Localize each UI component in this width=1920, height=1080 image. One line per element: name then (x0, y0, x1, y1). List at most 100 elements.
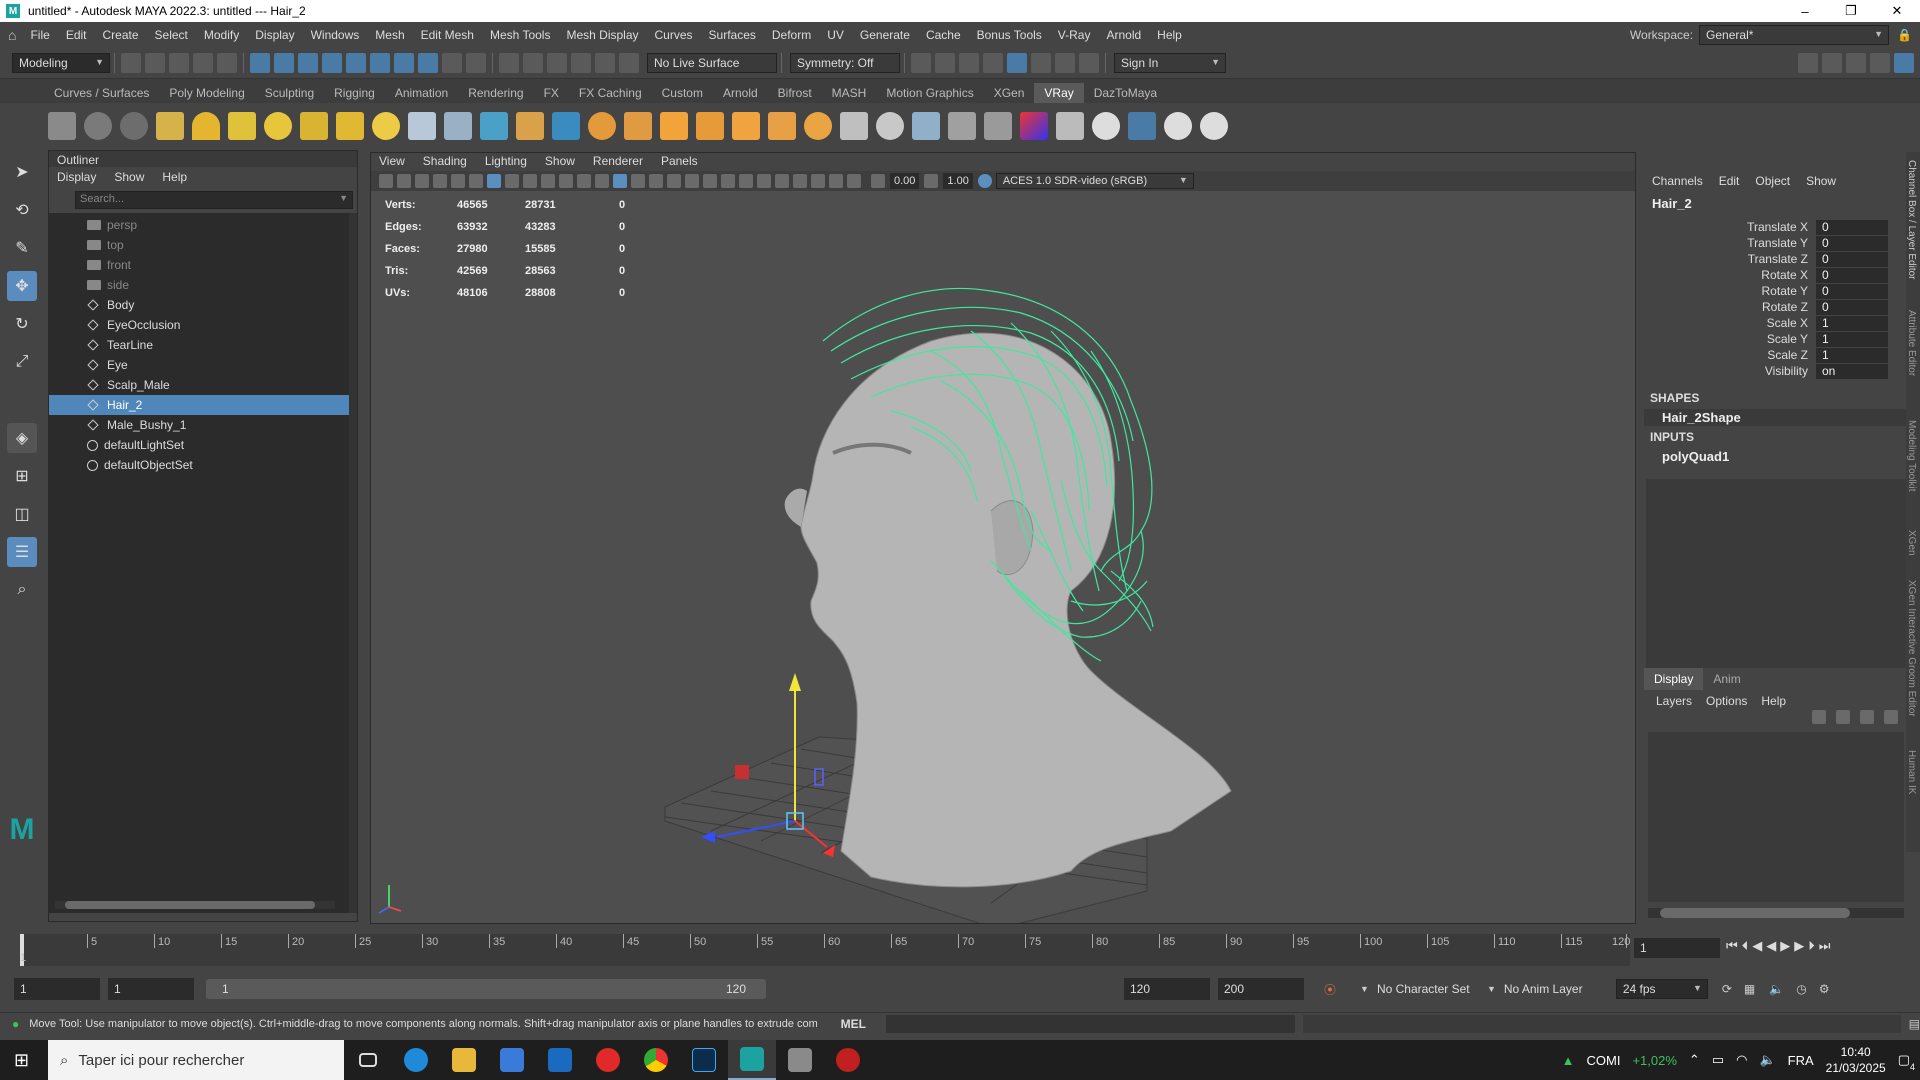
film-gate-icon[interactable] (505, 174, 519, 188)
vray-scene-icon[interactable] (480, 112, 508, 140)
channel-row[interactable]: Scale X 1 (1644, 315, 1908, 331)
snap-together-icon[interactable] (499, 52, 519, 73)
menu-mesh-display[interactable]: Mesh Display (558, 28, 646, 42)
range-bar[interactable]: 1 120 (206, 979, 766, 999)
vray-cloud-icon[interactable] (984, 112, 1012, 140)
vray-chaos-icon[interactable] (1092, 112, 1120, 140)
color-management-icon[interactable] (977, 174, 992, 188)
file-explorer-icon[interactable] (440, 1040, 488, 1080)
channel-row[interactable]: Scale Y 1 (1644, 331, 1908, 347)
two-view-icon[interactable]: ◫ (7, 499, 37, 529)
menu-uv[interactable]: UV (819, 28, 852, 42)
outliner-item[interactable]: TearLine (49, 335, 357, 355)
shelf-tab-rigging[interactable]: Rigging (324, 83, 385, 103)
modeling-toolkit-icon[interactable] (1798, 52, 1818, 73)
vray-subdivision-icon[interactable] (660, 112, 688, 140)
channel-value[interactable]: 1 (1816, 331, 1888, 347)
wireframe-on-shaded-icon[interactable] (649, 174, 663, 188)
menu-arnold[interactable]: Arnold (1098, 28, 1149, 42)
viewport-menu-view[interactable]: View (379, 154, 405, 170)
close-button[interactable]: ✕ (1874, 0, 1920, 22)
channel-value[interactable]: 0 (1816, 267, 1888, 283)
viewport-menu-lighting[interactable]: Lighting (485, 154, 527, 170)
viewport-menu-shading[interactable]: Shading (423, 154, 467, 170)
script-editor-icon[interactable]: ▤ (1909, 1017, 1920, 1031)
gamma-icon[interactable] (924, 174, 939, 188)
lock-icon[interactable]: 🔒 (1897, 28, 1912, 42)
ambient-occlusion-icon[interactable] (721, 174, 735, 188)
menu-modify[interactable]: Modify (196, 28, 247, 42)
shelf-tab-vray[interactable]: VRay (1034, 83, 1084, 103)
workspace-dropdown[interactable]: General* ▼ (1699, 24, 1890, 45)
chevron-down-icon[interactable]: ▼ (1487, 984, 1496, 994)
mel-toggle[interactable]: MEL (841, 1017, 866, 1031)
channel-value[interactable]: 0 (1816, 283, 1888, 299)
shelf-tab-sculpting[interactable]: Sculpting (255, 83, 324, 103)
lasso-tool-icon[interactable]: ⟲ (7, 195, 37, 225)
outliner-toggle-icon[interactable] (1870, 52, 1890, 73)
resolution-gate-icon[interactable] (523, 174, 537, 188)
outliner-layout-icon[interactable]: ☰ (7, 537, 37, 567)
live-surface-field[interactable]: No Live Surface (647, 52, 777, 73)
motion-blur-icon[interactable] (739, 174, 753, 188)
snap-projected-icon[interactable] (523, 52, 543, 73)
character-set-label[interactable]: No Character Set (1377, 982, 1477, 996)
channel-row[interactable]: Rotate X 0 (1644, 267, 1908, 283)
language-indicator[interactable]: FRA (1788, 1053, 1814, 1068)
play-backward-icon[interactable]: ◀ (1766, 938, 1776, 954)
vray-render-icon[interactable] (120, 112, 148, 140)
2d-pan-zoom-icon[interactable] (451, 174, 465, 188)
render-settings-icon[interactable] (983, 52, 1003, 73)
windows-start-icon[interactable]: ⊞ (14, 1050, 29, 1071)
channel-row[interactable]: Visibility on (1644, 363, 1908, 379)
snap-view-icon[interactable] (394, 52, 414, 73)
search-icon[interactable]: ⌕ (7, 575, 37, 605)
snap-edge-icon[interactable] (547, 52, 567, 73)
store-icon[interactable] (488, 1040, 536, 1080)
new-scene-icon[interactable] (121, 52, 141, 73)
outliner-item[interactable]: persp (49, 215, 357, 235)
layer-tab-anim[interactable]: Anim (1703, 668, 1750, 690)
taskbar-search[interactable]: ⌕ Taper ici pour rechercher (48, 1040, 344, 1080)
channel-value[interactable]: 1 (1816, 347, 1888, 363)
vray-sun-icon[interactable] (372, 112, 400, 140)
vray-frame-buffer-icon[interactable] (48, 112, 76, 140)
edge-icon[interactable] (392, 1040, 440, 1080)
current-frame-field[interactable]: 1 (1634, 938, 1720, 958)
attribute-editor-icon[interactable] (1822, 52, 1842, 73)
textured-icon[interactable] (667, 174, 681, 188)
wifi-icon[interactable]: ◠ (1736, 1052, 1747, 1068)
chevron-down-icon[interactable]: ▼ (1360, 984, 1369, 994)
task-view-icon[interactable] (344, 1040, 392, 1080)
restore-button[interactable]: ❐ (1828, 0, 1874, 22)
fps-dropdown[interactable]: 24 fps ▼ (1615, 979, 1708, 999)
app-icon[interactable] (776, 1040, 824, 1080)
image-plane-icon[interactable] (433, 174, 447, 188)
channel-row[interactable]: Rotate Y 0 (1644, 283, 1908, 299)
vray-displacement-icon[interactable] (624, 112, 652, 140)
outliner-menu-help[interactable]: Help (162, 170, 187, 186)
snap-grid-icon[interactable] (322, 52, 342, 73)
side-tab-xgen-groom[interactable]: XGen Interactive Groom Editor (1906, 572, 1917, 742)
outliner-item[interactable]: defaultLightSet (49, 435, 357, 455)
gamma-field[interactable]: 1.00 (943, 173, 973, 189)
outliner-item[interactable]: front (49, 255, 357, 275)
menu-edit[interactable]: Edit (58, 28, 95, 42)
vray-ipr-icon[interactable] (84, 112, 112, 140)
channel-row[interactable]: Translate X 0 (1644, 219, 1908, 235)
shelf-tab-poly-modeling[interactable]: Poly Modeling (159, 83, 254, 103)
menu-file[interactable]: File (22, 28, 57, 42)
pause-icon[interactable] (1079, 52, 1099, 73)
go-to-start-icon[interactable]: ⏮ (1726, 938, 1738, 954)
shelf-tab-fx-caching[interactable]: FX Caching (569, 83, 652, 103)
menu-curves[interactable]: Curves (647, 28, 701, 42)
vray-fur-icon[interactable] (516, 112, 544, 140)
notification-icon[interactable]: ▢ 4 (1898, 1052, 1915, 1072)
menu-display[interactable]: Display (247, 28, 302, 42)
channel-value[interactable]: 0 (1816, 235, 1888, 251)
exposure-icon[interactable] (871, 174, 885, 188)
command-input[interactable] (885, 1014, 1295, 1033)
step-back-frame-icon[interactable]: ◀ (1752, 938, 1762, 954)
hypershade-icon[interactable] (1007, 52, 1027, 73)
single-view-icon[interactable]: ◈ (7, 423, 37, 453)
